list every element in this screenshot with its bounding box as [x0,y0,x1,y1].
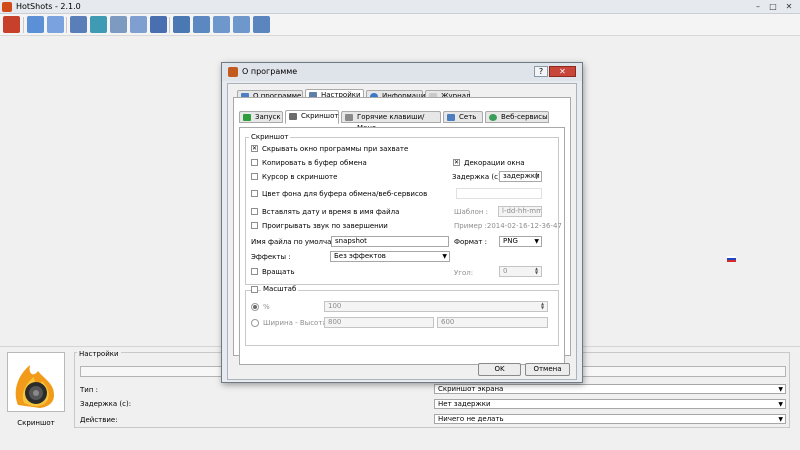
main-toolbar [0,14,800,36]
monitors-icon[interactable] [193,16,210,33]
action-label: Действие: [80,416,118,424]
effects-select[interactable]: Без эффектов ▼ [330,251,450,262]
settings-group-label: Настройки [77,350,121,358]
type-label: Тип : [80,386,98,394]
help-button[interactable]: ? [534,66,548,77]
screenshot-button[interactable] [7,352,65,412]
ok-button[interactable]: OK [478,363,521,376]
percent-label: % [263,303,270,311]
dialog-client: О программе Настройки Информация Журнал … [227,83,577,380]
template-label: Шаблон : [454,208,489,216]
insert-date-checkbox[interactable] [251,208,258,215]
action-select[interactable]: Ничего не делать ▼ [434,414,786,424]
region-icon[interactable] [233,16,250,33]
delay-select[interactable]: задержки ▲ ▼ [499,171,542,182]
app-logo-icon [2,2,12,12]
clipboard-icon[interactable] [130,16,147,33]
example-text: Пример :2014-02-16-12-36-47 [454,222,562,230]
subtab-network[interactable]: Сеть [443,111,483,123]
width-height-label: Ширина - Высота [263,319,327,327]
width-height-radio[interactable] [251,319,259,327]
dialog-close-button[interactable]: ✕ [549,66,576,77]
delay-label: Задержка (с): [452,173,504,181]
monitor-icon[interactable] [173,16,190,33]
copy-clipboard-label: Копировать в буфер обмена [262,159,367,167]
subtab-hotkeys[interactable]: Горячие клавиши/Мено [341,111,441,132]
height-input[interactable]: 600 [437,317,548,328]
scale-checkbox[interactable] [251,286,258,293]
copy-clipboard-checkbox[interactable] [251,159,258,166]
play-icon [243,114,251,121]
hotkeys-icon [345,114,353,121]
effects-label: Эффекты : [251,253,291,261]
rotate-label: Вращать [262,268,295,276]
chevron-down-icon: ▼ [534,238,539,245]
play-sound-checkbox[interactable] [251,222,258,229]
window-title-bar: HotShots - 2.1.0 – □ ✕ [0,0,800,14]
spin-arrows-icon: ▲ ▼ [540,301,545,310]
subtab-screenshot[interactable]: Скриншот [285,110,339,124]
bg-color-label: Цвет фона для буфера обмена/веб-сервисов [262,190,428,198]
type-select[interactable]: Скриншот экрана ▼ [434,384,786,394]
screenshot-icon [289,113,297,120]
settings-tab-pane: Запуск Скриншот Горячие клавиши/Мено Сет… [233,97,571,365]
cancel-button[interactable]: Отмена [525,363,570,376]
info-icon[interactable] [27,16,44,33]
percent-input[interactable]: 100 ▲ ▼ [324,301,548,312]
format-select[interactable]: PNG ▼ [499,236,542,247]
angle-input[interactable]: 0 ▲ ▼ [499,266,542,277]
language-flag-icon[interactable] [727,256,736,262]
chevron-down-icon: ▼ [778,416,783,423]
template-input[interactable]: l-dd-hh-mm-ss [498,206,542,217]
scale-group-label: Масштаб [261,285,299,293]
decorations-label: Декорации окна [464,159,525,167]
screenshot-group-label: Скриншот [249,133,291,141]
width-input[interactable]: 800 [324,317,434,328]
stack-icon[interactable] [70,16,87,33]
network-icon [447,114,455,121]
bg-color-swatch[interactable] [456,188,542,199]
about-dialog: О программе ? ✕ О программе Настройки Ин… [221,62,583,383]
format-label: Формат : [454,238,487,246]
dialog-app-icon [228,67,238,77]
chevron-down-icon: ▼ [442,253,447,260]
web-icon [489,114,497,121]
insert-date-label: Вставлять дату и время в имя файла [262,208,400,216]
camera-flame-icon [15,365,54,408]
cursor-checkbox[interactable] [251,173,258,180]
filename-input[interactable]: snapshot [331,236,449,247]
window-title: HotShots - 2.1.0 [16,2,81,11]
play-sound-label: Проигрывать звук по завершении [262,222,388,230]
screenshot-label: Скриншот [17,419,55,427]
subtab-startup[interactable]: Запуск [239,111,283,123]
upload-cloud-icon[interactable] [90,16,107,33]
power-icon[interactable] [3,16,20,33]
dialog-title-bar: О программе ? ✕ [222,63,582,81]
freehand-icon[interactable] [253,16,270,33]
subtab-web-services[interactable]: Веб-сервисы [485,111,549,123]
hide-window-checkbox[interactable]: ✕ [251,145,258,152]
checklist-icon[interactable] [47,16,64,33]
chevron-down-icon: ▼ [778,401,783,408]
pen-icon[interactable] [150,16,167,33]
window-icon[interactable] [213,16,230,33]
eraser-icon[interactable] [110,16,127,33]
bg-color-checkbox[interactable] [251,190,258,197]
minimize-icon[interactable]: – [751,2,765,12]
bottom-delay-label: Задержка (с): [80,400,132,408]
screenshot-tab-pane: Скриншот ✕ Скрывать окно программы при з… [239,127,565,365]
bottom-delay-select[interactable]: Нет задержки ▼ [434,399,786,409]
close-icon[interactable]: ✕ [782,2,796,12]
hide-window-label: Скрывать окно программы при захвате [262,145,409,153]
spin-arrows-icon: ▲ ▼ [534,171,539,180]
decorations-checkbox[interactable]: ✕ [453,159,460,166]
angle-label: Угол: [454,269,474,277]
cursor-label: Курсор в скриншоте [262,173,338,181]
percent-radio[interactable] [251,303,259,311]
spin-arrows-icon: ▲ ▼ [534,266,539,275]
rotate-checkbox[interactable] [251,268,258,275]
dialog-title: О программе [242,67,298,76]
chevron-down-icon: ▼ [778,386,783,393]
maximize-icon[interactable]: □ [766,2,780,12]
